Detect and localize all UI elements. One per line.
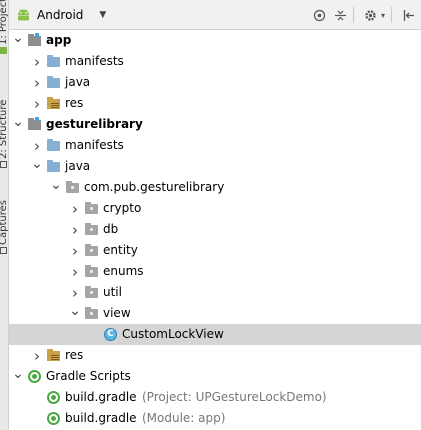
class-icon: C xyxy=(103,327,119,341)
tree-item-label: res xyxy=(65,348,84,362)
gradle-icon xyxy=(27,369,43,383)
chevron-right-icon[interactable]: › xyxy=(32,72,42,93)
tree-row[interactable]: ⌄ Gradle Scripts xyxy=(9,366,421,387)
folder-icon xyxy=(46,54,62,68)
tree-item-label: java xyxy=(65,159,91,173)
chevron-right-icon[interactable]: › xyxy=(70,240,80,261)
folder-icon xyxy=(46,159,62,173)
chevron-right-icon[interactable]: › xyxy=(32,51,42,72)
chevron-right-icon[interactable]: › xyxy=(70,261,80,282)
package-icon xyxy=(84,243,100,257)
tree-item-label: CustomLockView xyxy=(122,327,224,341)
tree-row[interactable]: build.gradle (Project: UPGestureLockDemo) xyxy=(9,387,421,408)
gear-icon[interactable] xyxy=(361,6,379,24)
view-mode-label: Android xyxy=(37,8,84,22)
project-tab-label: 1: Project xyxy=(0,0,9,45)
tree-item-label: java xyxy=(65,75,91,89)
tree-item-label: util xyxy=(103,285,122,299)
project-tool-tab[interactable]: 1: Project xyxy=(0,0,9,54)
chevron-right-icon[interactable]: › xyxy=(70,219,80,240)
gear-menu-arrow-icon[interactable]: ▾ xyxy=(379,6,387,24)
resources-folder-icon xyxy=(46,96,62,110)
toolbar-divider xyxy=(353,7,354,23)
chevron-down-icon[interactable]: ⌄ xyxy=(12,27,24,48)
package-icon xyxy=(65,180,81,194)
chevron-down-icon[interactable]: ⌄ xyxy=(12,111,24,132)
tree-row[interactable]: ⌄ view xyxy=(9,303,421,324)
tree-row[interactable]: › java xyxy=(9,72,421,93)
tree-row[interactable]: ⌄ gesturelibrary xyxy=(9,114,421,135)
tree-item-label: app xyxy=(46,33,72,47)
package-icon xyxy=(84,201,100,215)
tree-item-label: enums xyxy=(103,264,144,278)
package-icon xyxy=(84,222,100,236)
side-tool-strip: 1: Project 2: Structure Captures xyxy=(0,0,9,430)
target-icon[interactable] xyxy=(310,6,328,24)
tree-row[interactable]: build.gradle (Module: app) xyxy=(9,408,421,429)
chevron-right-icon[interactable]: › xyxy=(32,345,42,366)
tree-item-label: manifests xyxy=(65,138,124,152)
chevron-down-icon[interactable]: ⌄ xyxy=(12,363,24,384)
captures-tool-tab[interactable]: Captures xyxy=(0,196,9,254)
structure-tab-label: 2: Structure xyxy=(0,99,9,159)
tree-item-label: com.pub.gesturelibrary xyxy=(84,180,225,194)
package-icon xyxy=(84,285,100,299)
tree-item-label: Gradle Scripts xyxy=(46,369,131,383)
tree-item-label: entity xyxy=(103,243,138,257)
tree-item-label: manifests xyxy=(65,54,124,68)
tree-row[interactable]: › entity xyxy=(9,240,421,261)
tree-row[interactable]: ⌄ com.pub.gesturelibrary xyxy=(9,177,421,198)
package-icon xyxy=(84,306,100,320)
chevron-down-icon: ▼ xyxy=(99,10,107,20)
hide-panel-icon[interactable] xyxy=(399,6,417,24)
tree-item-label: res xyxy=(65,96,84,110)
tree-item-label: db xyxy=(103,222,119,236)
tree-item-label: crypto xyxy=(103,201,142,215)
chevron-down-icon[interactable]: ⌄ xyxy=(50,174,62,195)
toolbar-divider xyxy=(391,7,392,23)
project-view-toolbar: Android ▼ ▾ xyxy=(9,0,421,30)
tree-row[interactable]: › manifests xyxy=(9,51,421,72)
tree-item-note: (Module: app) xyxy=(142,411,226,425)
project-tab-icon xyxy=(0,47,8,54)
chevron-down-icon[interactable]: ⌄ xyxy=(31,153,43,174)
gradle-icon xyxy=(46,390,62,404)
view-mode-dropdown[interactable]: Android ▼ xyxy=(16,6,106,24)
captures-tab-label: Captures xyxy=(0,200,9,245)
module-icon xyxy=(27,117,43,131)
chevron-right-icon[interactable]: › xyxy=(32,93,42,114)
tree-row[interactable]: › crypto xyxy=(9,198,421,219)
tree-item-label: gesturelibrary xyxy=(46,117,143,131)
folder-icon xyxy=(46,75,62,89)
tree-item-label: view xyxy=(103,306,131,320)
chevron-down-icon[interactable]: ⌄ xyxy=(69,300,81,321)
tree-item-label: build.gradle xyxy=(65,390,137,404)
chevron-right-icon[interactable]: › xyxy=(70,198,80,219)
tree-row[interactable]: ⌄ java xyxy=(9,156,421,177)
tree-row[interactable]: C CustomLockView xyxy=(9,324,421,345)
module-icon xyxy=(27,33,43,47)
collapse-all-icon[interactable] xyxy=(331,6,349,24)
android-icon xyxy=(18,9,29,21)
tree-row[interactable]: ⌄ app xyxy=(9,30,421,51)
tree-item-note: (Project: UPGestureLockDemo) xyxy=(142,390,327,404)
structure-tool-tab[interactable]: 2: Structure xyxy=(0,98,9,168)
tree-row[interactable]: › db xyxy=(9,219,421,240)
tree-row[interactable]: › enums xyxy=(9,261,421,282)
resources-folder-icon xyxy=(46,348,62,362)
gradle-icon xyxy=(46,411,62,425)
tree-row[interactable]: › res xyxy=(9,345,421,366)
captures-tab-icon xyxy=(0,247,8,254)
tree-row[interactable]: › res xyxy=(9,93,421,114)
package-icon xyxy=(84,264,100,278)
tree-row[interactable]: › manifests xyxy=(9,135,421,156)
tree-item-label: build.gradle xyxy=(65,411,137,425)
folder-icon xyxy=(46,138,62,152)
structure-tab-icon xyxy=(0,161,8,168)
